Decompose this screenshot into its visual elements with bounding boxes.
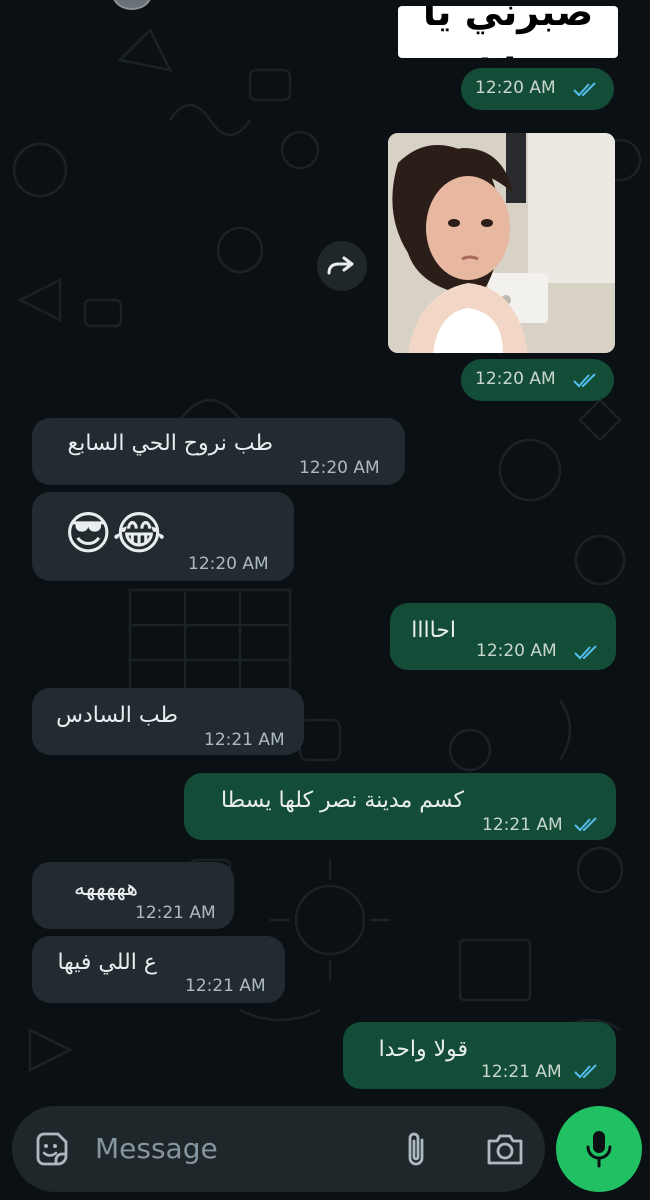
incoming-message[interactable]: ع اللي فيها 12:21 AM bbox=[32, 936, 285, 1003]
message-text: ع اللي فيها bbox=[57, 950, 157, 975]
incoming-message[interactable]: طب نروح الحي السابع 12:20 AM bbox=[32, 418, 405, 485]
outgoing-message[interactable]: كسم مدينة نصر كلها يسطا 12:21 AM bbox=[184, 773, 616, 840]
read-ticks-icon bbox=[573, 82, 596, 97]
camera-icon[interactable] bbox=[485, 1131, 525, 1167]
message-time: 12:20 AM bbox=[188, 554, 269, 574]
outgoing-sticker-time-bubble[interactable]: 12:20 AM bbox=[461, 68, 614, 110]
message-time: 12:21 AM bbox=[135, 903, 216, 923]
incoming-message[interactable]: طب السادس 12:21 AM bbox=[32, 688, 304, 755]
message-time: 12:20 AM bbox=[299, 458, 380, 478]
read-ticks-icon bbox=[574, 645, 597, 660]
read-ticks-icon bbox=[574, 1064, 597, 1079]
message-input-bar[interactable] bbox=[12, 1106, 545, 1192]
incoming-message[interactable]: هههههه 12:21 AM bbox=[32, 862, 234, 929]
read-ticks-icon bbox=[573, 373, 596, 388]
message-time: 12:21 AM bbox=[204, 730, 285, 750]
message-text: احاااا bbox=[411, 618, 456, 643]
message-text: طب السادس bbox=[56, 703, 178, 728]
message-emoji: 😎😂 bbox=[64, 506, 166, 560]
incoming-message[interactable]: 😎😂 12:20 AM bbox=[32, 492, 294, 581]
forward-icon bbox=[327, 256, 354, 275]
read-ticks-icon bbox=[574, 817, 597, 832]
attach-icon[interactable] bbox=[403, 1128, 429, 1170]
outgoing-photo-time-bubble[interactable]: 12:20 AM bbox=[461, 359, 614, 401]
outgoing-message[interactable]: قولا واحدا 12:21 AM bbox=[343, 1022, 616, 1089]
sticker-caption: صبرني يا رب bbox=[422, 6, 594, 58]
message-time: 12:20 AM bbox=[475, 78, 556, 98]
outgoing-message[interactable]: احاااا 12:20 AM bbox=[390, 603, 616, 670]
message-text: طب نروح الحي السابع bbox=[67, 431, 273, 456]
photo-content bbox=[388, 133, 615, 353]
forward-button[interactable] bbox=[317, 241, 367, 291]
shared-photo[interactable] bbox=[388, 133, 615, 353]
message-text: كسم مدينة نصر كلها يسطا bbox=[220, 788, 464, 813]
message-time: 12:20 AM bbox=[475, 369, 556, 389]
message-time: 12:21 AM bbox=[482, 815, 563, 835]
mic-icon bbox=[586, 1131, 612, 1168]
message-text: هههههه bbox=[74, 876, 138, 901]
message-time: 12:20 AM bbox=[476, 641, 557, 661]
message-time: 12:21 AM bbox=[481, 1062, 562, 1082]
message-time: 12:21 AM bbox=[185, 976, 266, 996]
sticker-image[interactable]: صبرني يا رب bbox=[398, 6, 618, 58]
sticker-icon[interactable] bbox=[32, 1130, 70, 1168]
message-text: قولا واحدا bbox=[378, 1037, 468, 1062]
voice-record-button[interactable] bbox=[556, 1106, 642, 1192]
message-input-placeholder[interactable]: Message bbox=[95, 1132, 218, 1165]
